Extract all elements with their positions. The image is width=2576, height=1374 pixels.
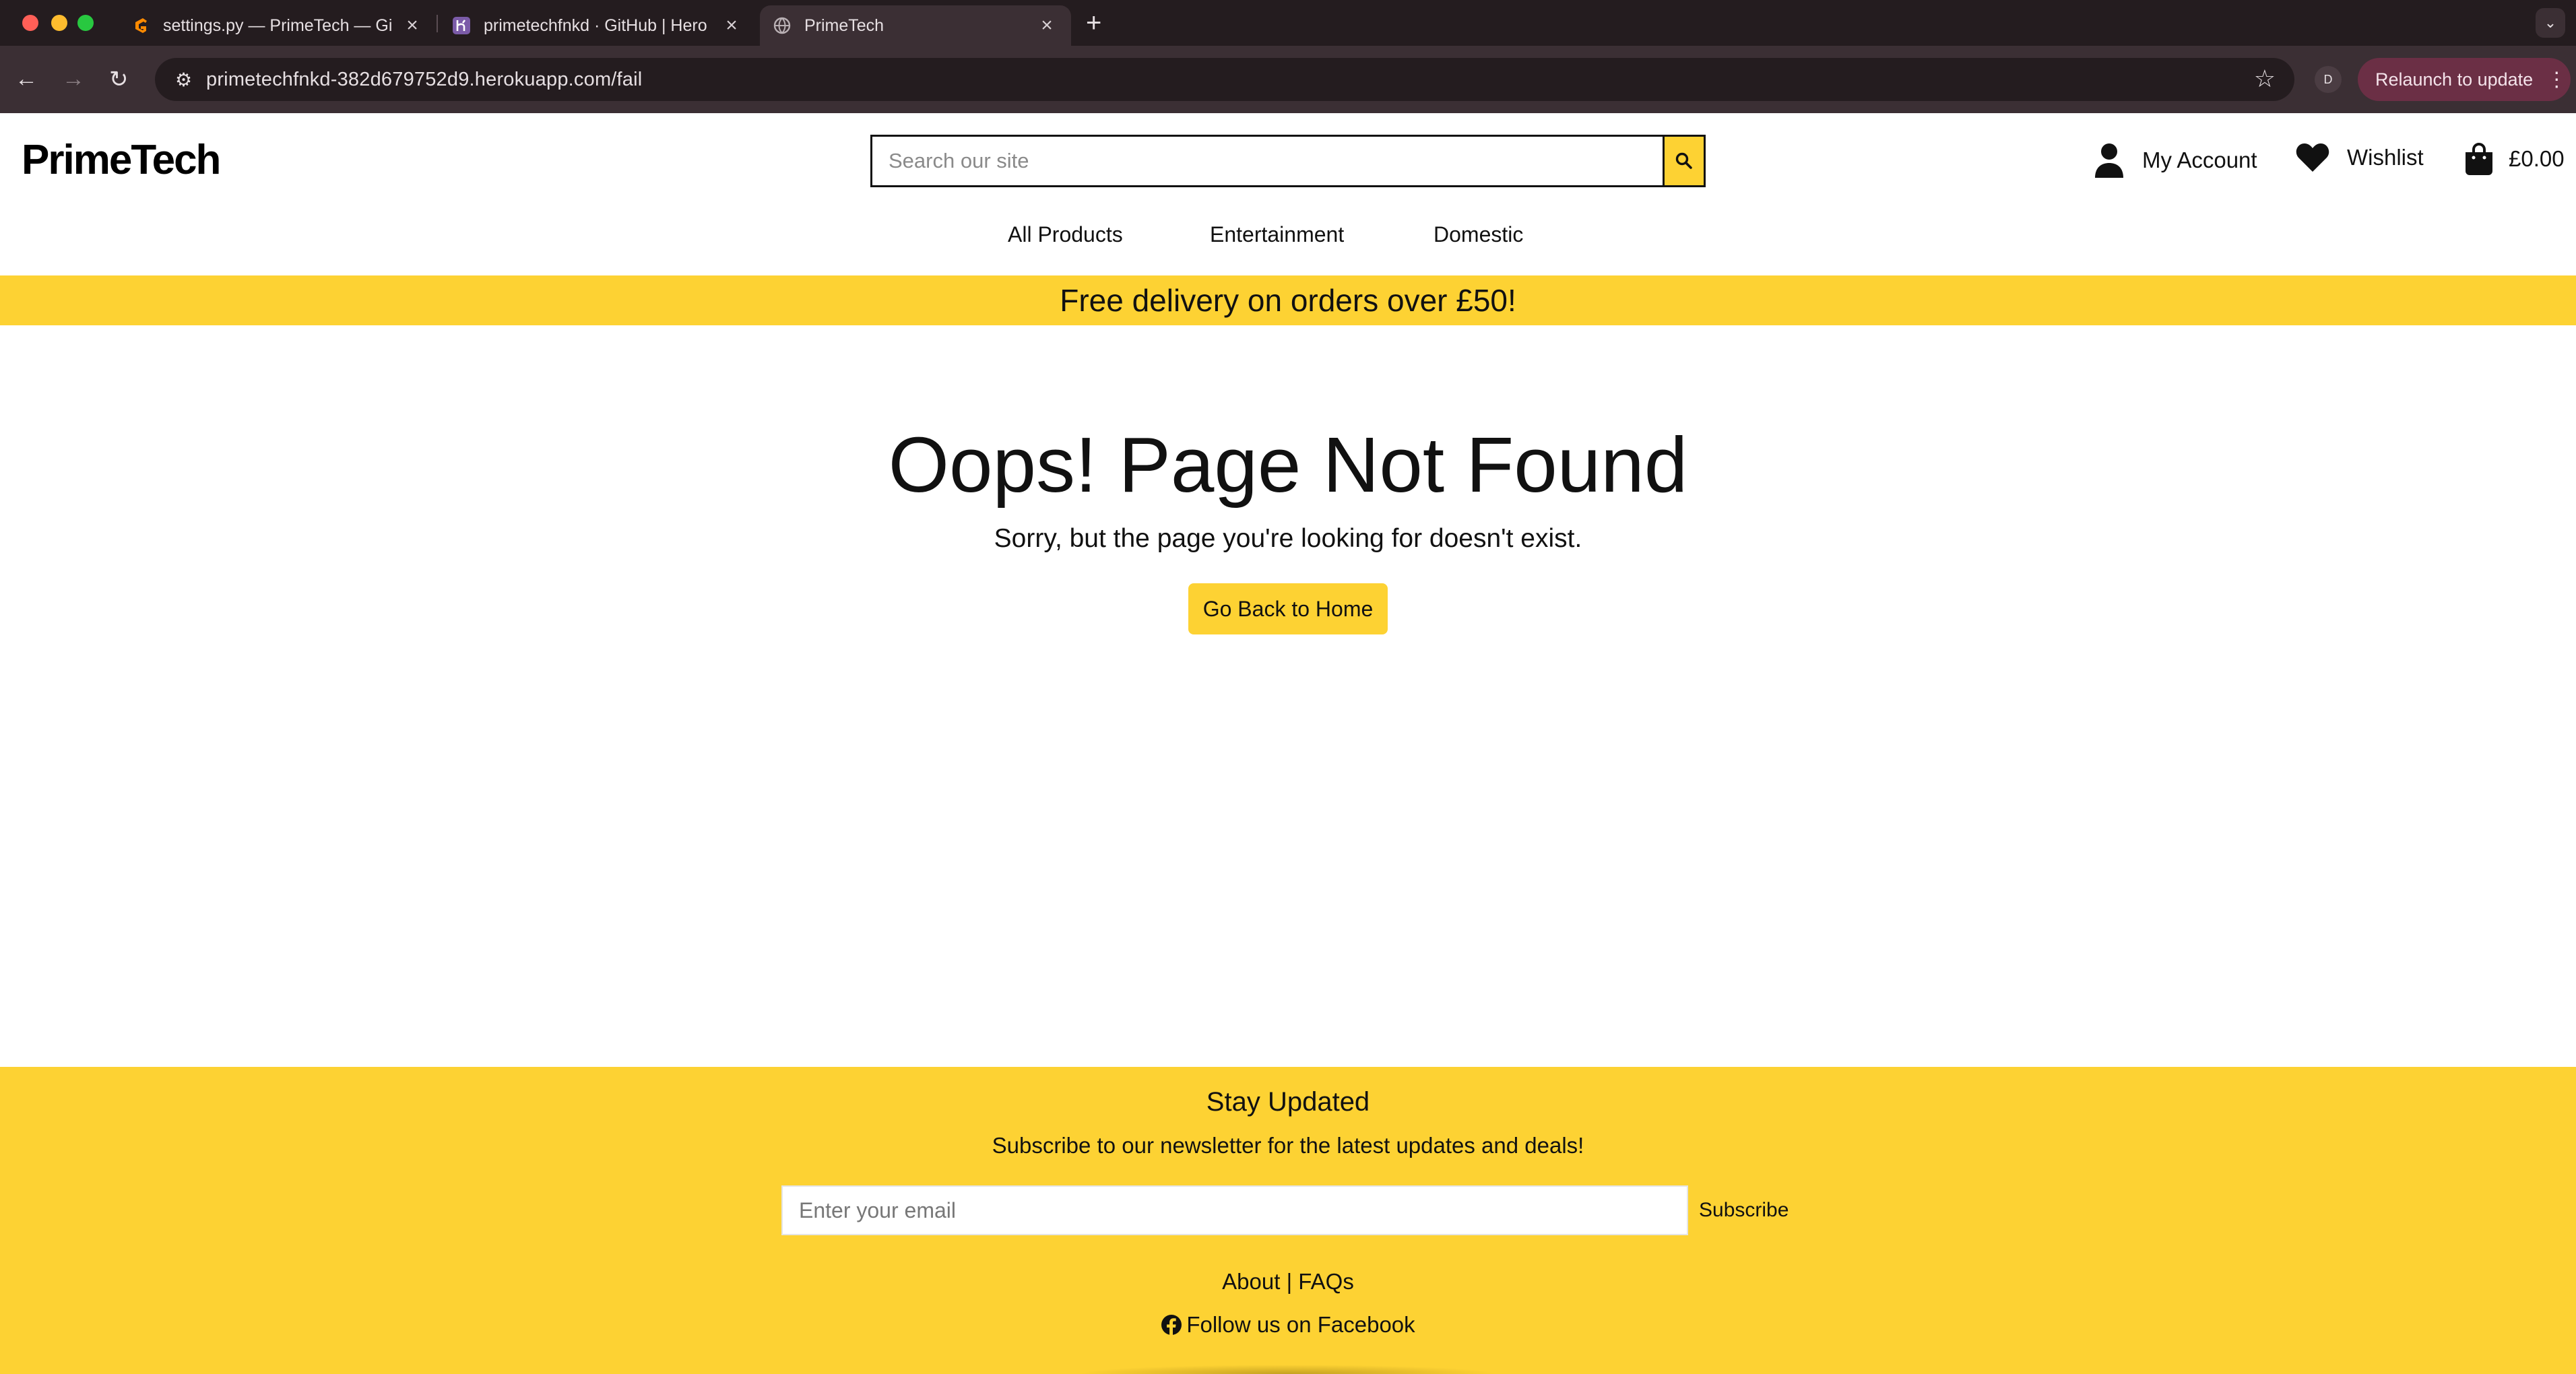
error-title: Oops! Page Not Found [888,421,1688,509]
shopping-bag-icon [2466,143,2492,175]
heroku-icon [453,17,470,34]
gitpod-icon [135,18,147,33]
search-icon [1675,152,1692,169]
cart-total: £0.00 [2509,146,2565,171]
search-form [870,135,1706,187]
my-account-label: My Account [2142,148,2257,172]
newsletter-subtitle: Subscribe to our newsletter for the late… [992,1133,1584,1158]
forward-button[interactable]: → [62,66,85,92]
back-button[interactable]: ← [15,66,38,92]
heart-icon [2296,143,2329,172]
relaunch-label: Relaunch to update [2375,69,2534,90]
globe-icon [773,17,791,34]
facebook-label: Follow us on Facebook [1186,1312,1415,1337]
browser-tab-bar: settings.py — PrimeTech — Gi × primetech… [0,0,2576,46]
facebook-icon [1161,1315,1182,1336]
relaunch-button[interactable]: Relaunch to update ⋮ [2358,58,2571,101]
newsletter-email-input[interactable] [781,1185,1688,1235]
close-window-button[interactable] [22,15,38,31]
wishlist-label: Wishlist [2347,145,2424,170]
bookmark-star-icon[interactable]: ☆ [2254,65,2276,93]
browser-tab-heroku[interactable]: primetechfnkd · GitHub | Hero × [439,5,756,46]
cart-link[interactable]: £0.00 [2464,143,2565,175]
maximize-window-button[interactable] [77,15,94,31]
profile-avatar[interactable]: D [2315,66,2342,93]
search-input[interactable] [872,137,1662,185]
wishlist-link[interactable]: Wishlist [2296,143,2424,172]
new-tab-button[interactable]: + [1086,8,1101,38]
newsletter-title: Stay Updated [1206,1087,1370,1117]
footer-links[interactable]: About | FAQs [0,1269,2576,1295]
close-tab-icon[interactable]: × [400,14,424,37]
error-message: Sorry, but the page you're looking for d… [994,524,1582,553]
facebook-link[interactable]: Follow us on Facebook [0,1312,2576,1338]
address-bar[interactable]: ⚙ primetechfnkd-382d679752d9.herokuapp.c… [155,58,2294,101]
nav-entertainment[interactable]: Entertainment [1210,222,1344,247]
url-text: primetechfnkd-382d679752d9.herokuapp.com… [206,69,643,90]
tab-title: primetechfnkd · GitHub | Hero [484,15,707,35]
more-menu-icon[interactable]: ⋮ [2546,68,2567,92]
delivery-banner: Free delivery on orders over £50! [0,275,2576,325]
browser-tab-settings[interactable]: settings.py — PrimeTech — Gi × [119,5,437,46]
browser-tab-primetech[interactable]: PrimeTech × [760,5,1071,46]
scroll-shadow [1078,1365,1498,1374]
site-logo[interactable]: PrimeTech [22,136,221,184]
nav-all-products[interactable]: All Products [1008,222,1123,247]
subscribe-button[interactable]: Subscribe [1699,1199,1789,1222]
footer: Stay Updated Subscribe to our newsletter… [0,1067,2576,1374]
search-button[interactable] [1663,135,1706,187]
close-tab-icon[interactable]: × [1035,14,1059,37]
minimize-window-button[interactable] [51,15,67,31]
tab-separator [437,15,438,32]
my-account-link[interactable]: My Account [2094,143,2257,178]
close-tab-icon[interactable]: × [719,14,744,37]
go-home-button[interactable]: Go Back to Home [1188,583,1388,634]
nav-domestic[interactable]: Domestic [1434,222,1523,247]
reload-button[interactable]: ↻ [109,66,129,93]
browser-toolbar: ← → ↻ ⚙ primetechfnkd-382d679752d9.herok… [0,46,2576,113]
user-icon [2095,143,2123,178]
site-settings-icon[interactable]: ⚙ [175,69,192,91]
tab-search-button[interactable]: ⌄ [2536,8,2565,38]
delivery-banner-text: Free delivery on orders over £50! [1060,283,1516,318]
tab-title: settings.py — PrimeTech — Gi [163,15,393,35]
tab-title: PrimeTech [804,15,884,35]
